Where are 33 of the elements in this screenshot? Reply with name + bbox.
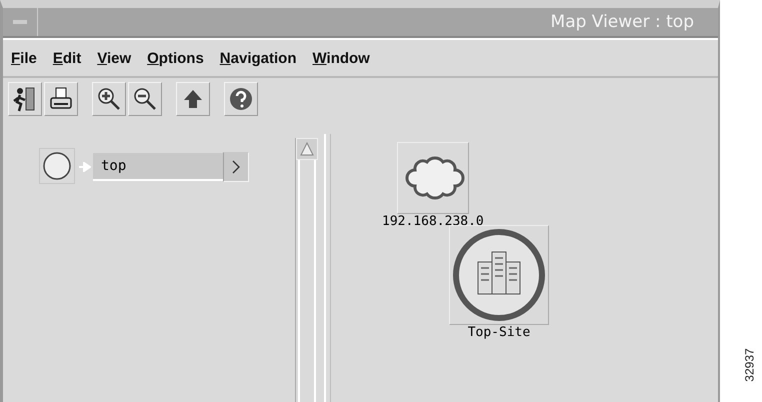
triangle-up-icon — [300, 142, 314, 156]
menu-item[interactable]: Options — [147, 50, 204, 66]
figure-number: 32937 — [742, 348, 756, 382]
help-button[interactable] — [224, 82, 258, 116]
printer-button[interactable] — [44, 82, 78, 116]
menu-item[interactable]: Window — [312, 50, 370, 66]
root-node-button[interactable] — [39, 148, 75, 184]
circle-node-icon — [42, 151, 72, 181]
menu-item[interactable]: File — [11, 50, 37, 66]
node-label: Top-Site — [466, 325, 532, 340]
window-title: Map Viewer : top — [550, 12, 694, 32]
menu-item[interactable]: Edit — [52, 50, 82, 66]
scrollbar[interactable] — [295, 138, 318, 402]
exit-button[interactable] — [8, 82, 42, 116]
menu-item[interactable]: View — [97, 50, 132, 66]
zoom-out-icon — [132, 86, 158, 112]
cloud-node[interactable] — [396, 142, 469, 214]
chevron-right-icon — [232, 160, 240, 174]
printer-icon — [48, 86, 74, 112]
breadcrumb-button[interactable]: top — [93, 153, 223, 181]
window-menu-icon — [13, 20, 27, 24]
site-node[interactable] — [449, 225, 549, 325]
scroll-up-button[interactable] — [296, 138, 318, 160]
help-icon — [229, 87, 253, 111]
zoom-out-button[interactable] — [128, 82, 162, 116]
office-building-icon — [452, 228, 546, 322]
up-arrow-button[interactable] — [176, 82, 210, 116]
up-arrow-icon — [182, 88, 204, 110]
arrow-icon — [79, 162, 91, 172]
zoom-in-icon — [96, 86, 122, 112]
menu-item[interactable]: Navigation — [220, 50, 296, 66]
expand-button[interactable] — [223, 152, 249, 182]
zoom-in-button[interactable] — [92, 82, 126, 116]
